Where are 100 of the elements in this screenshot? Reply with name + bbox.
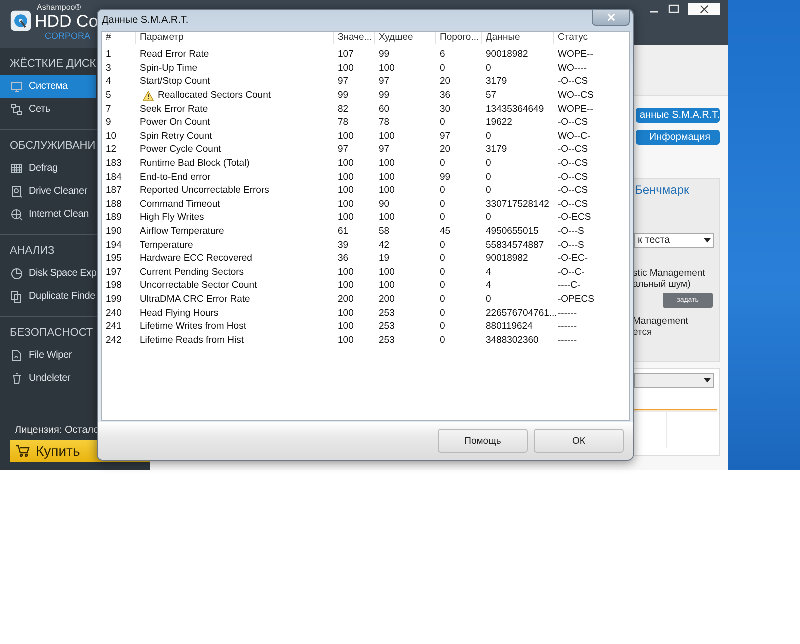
column-header[interactable]: Статус [554,32,631,44]
table-cell-text: -O-EC- [557,253,590,264]
table-cell-text: -O--CS [557,158,590,170]
table-cell-text: 0 [439,117,446,128]
setting-label: Management ется [633,316,688,339]
table-cell-text: 90018982 [485,253,530,264]
table-cell-text: -O--CS [557,117,590,128]
table-cell-text: 880119624 [485,321,534,332]
table-cell-text: 0 [439,253,446,264]
table-cell: Uncorrectable Sector Count [140,280,258,292]
table-cell: Lifetime Writes from Host [140,321,246,332]
table-cell-text: 100 [337,62,355,74]
table-cell-text: 100 [378,130,396,142]
table-cell-text: 4 [105,76,112,88]
table-cell-text: ----C- [557,280,582,292]
table-cell-text: -O--CS [557,144,590,156]
smart-data-button[interactable]: анные S.M.A.R.T. [636,108,720,123]
table-cell-text: 97 [337,144,350,156]
sidebar-item[interactable]: Система [0,75,96,98]
ok-button[interactable]: ОК [534,429,624,453]
table-cell: Power Cycle Count [140,144,222,156]
table-cell-text: 3179 [485,76,508,88]
table-cell: Head Flying Hours [140,308,219,319]
table-cell-text: 242 [105,334,123,346]
maximize-icon[interactable] [668,4,680,14]
sidebar-item[interactable]: Undeleter [0,367,96,390]
column-header[interactable]: # [102,32,136,44]
section-heading: ЖЁСТКИЕ ДИСК [10,58,96,70]
column-header[interactable]: Худшее [375,32,436,44]
table-cell-text: 253 [378,308,396,319]
table-cell: Runtime Bad Block (Total) [140,158,250,170]
table-cell-text: 5 [105,90,112,102]
table-cell-text: -O--CS [557,172,590,183]
caret-icon [704,238,711,243]
table-cell-text: ------ [557,334,578,346]
table-cell-text: 19 [378,253,391,264]
table-cell-text: 36 [337,253,350,264]
grid-icon [11,162,23,174]
sidebar-item[interactable]: Сеть [0,98,96,121]
table-cell: Seek Error Rate [140,104,208,115]
sidebar-item[interactable]: Internet Clean [0,203,96,226]
table-cell-text: 0 [439,185,446,196]
table-cell-text: 90 [378,198,391,210]
sidebar-item[interactable]: Duplicate Finde [0,285,96,308]
table-cell-text: 0 [439,294,446,305]
column-header[interactable]: Параметр [136,32,334,44]
table-cell-text: 0 [439,158,446,170]
close-button[interactable] [592,9,630,26]
table-cell-text: 100 [337,185,355,196]
close-button[interactable] [688,3,720,15]
table-cell-text: 100 [337,198,355,210]
table-cell-text: 12 [105,144,118,156]
table-cell-text: 184 [105,172,123,183]
table-cell-text: 100 [378,280,396,292]
table-cell-text: -O--CS [557,185,590,196]
table-cell-text: 99 [337,90,350,102]
table-cell-text: 10 [105,130,118,142]
table-cell: Temperature [140,240,194,251]
table-cell-text: 0 [439,280,446,292]
sidebar-item[interactable]: Drive Cleaner [0,180,96,203]
table-cell-text: 100 [378,212,396,224]
table-cell-text: 107 [337,49,355,60]
column-header[interactable]: Данные [482,32,554,44]
sidebar-item[interactable]: Defrag [0,157,96,180]
dropdown[interactable] [634,373,714,388]
table-cell-text: 253 [378,334,396,346]
section-heading: АНАЛИЗ [10,245,55,257]
test-dropdown[interactable]: к теста [634,233,714,248]
table-cell-text: 97 [378,144,391,156]
table-cell: Read Error Rate [140,49,210,60]
table-cell-text: 100 [337,308,355,319]
table-cell-text: 198 [105,280,123,292]
section-heading: ОБСЛУЖИВАНИ [10,140,96,152]
table-cell-text: 100 [337,266,355,278]
info-button[interactable]: Информация [636,130,720,145]
table-cell-text: 0 [439,212,446,224]
table-cell-text: 188 [105,198,123,210]
table-cell: Hardware ECC Recovered [140,253,252,264]
table-cell-text: 3179 [485,144,508,156]
table-cell: Current Pending Sectors [140,266,244,278]
pie-icon [11,268,23,280]
table-cell-text: 100 [378,266,396,278]
caret-icon [704,378,711,383]
table-cell-text: 100 [337,158,355,170]
network-icon [11,104,23,116]
sidebar-item[interactable]: File Wiper [0,344,96,367]
close-icon [700,4,708,14]
table-cell-text: 199 [105,294,123,305]
table-cell-text: 99 [439,172,452,183]
table-cell-text: 78 [337,117,350,128]
help-button[interactable]: Помощь [438,429,528,453]
table-cell-text: 100 [378,172,396,183]
table-cell: Spin Retry Count [140,130,212,142]
column-header[interactable]: Порого... [436,32,482,44]
table-cell-text: 100 [378,62,396,74]
table-cell-text: 4950655015 [485,226,540,238]
column-header[interactable]: Значе... [334,32,375,44]
table-cell: Power On Count [140,117,210,128]
panel-title: Бенчмарк [634,182,690,197]
sidebar-item[interactable]: Disk Space Exp [0,262,96,285]
